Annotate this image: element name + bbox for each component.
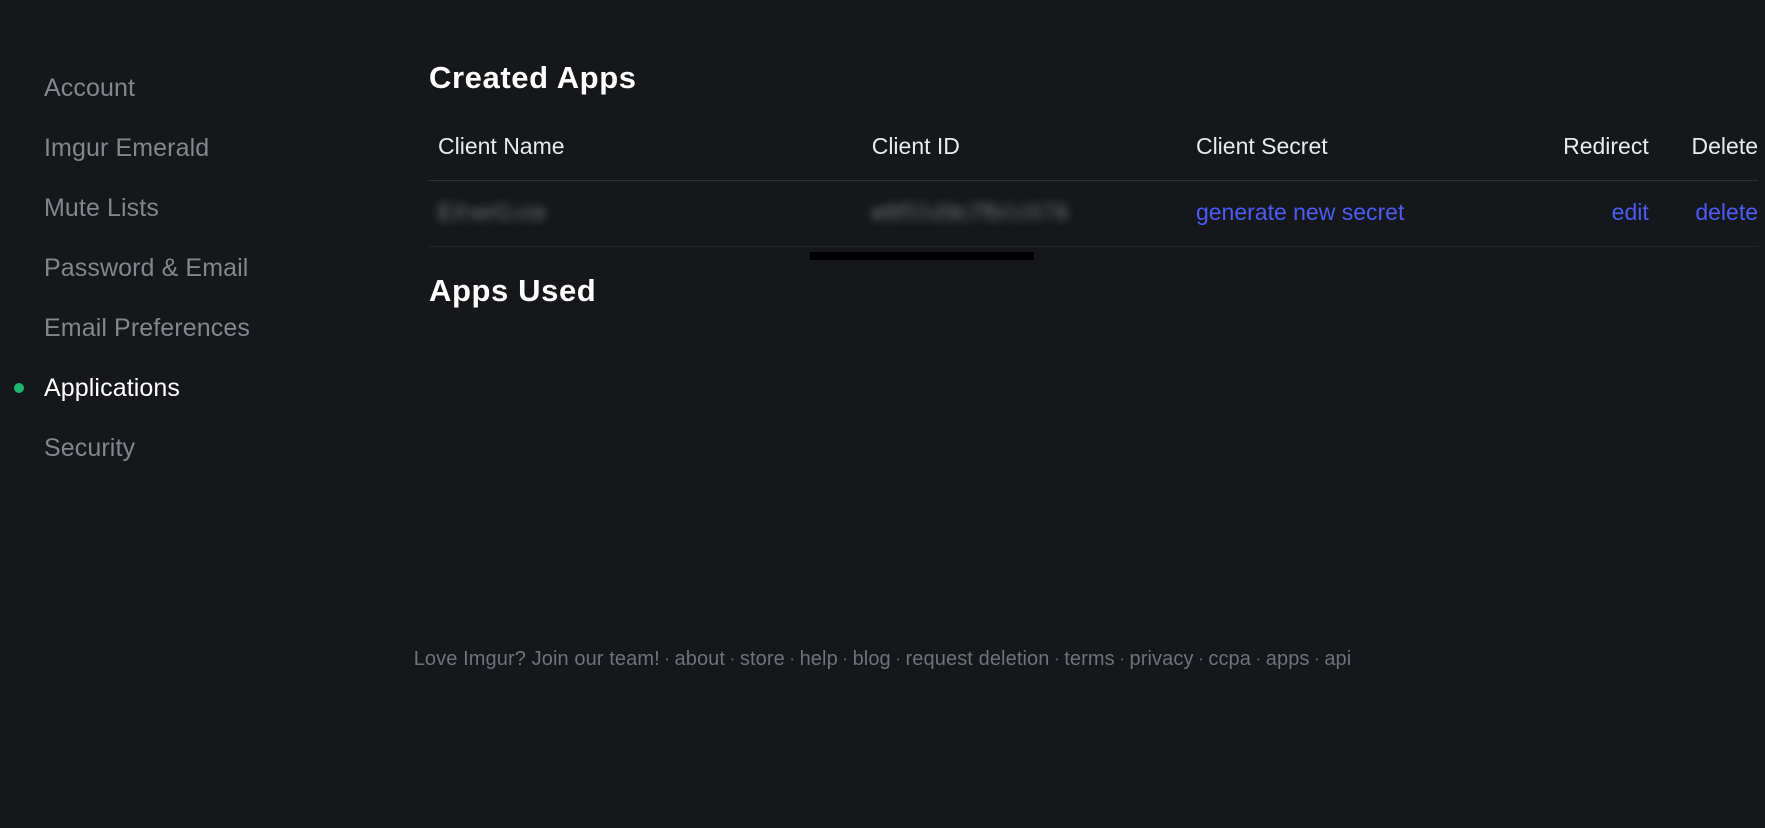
- footer-separator: ·: [841, 648, 849, 670]
- table-header: Client Name Client ID Client Secret Redi…: [428, 133, 1758, 181]
- client-id-value-redacted: e8f55d9c7fb0d876: [871, 199, 1069, 225]
- cell-client-id: e8f55d9c7fb0d876: [871, 180, 1196, 247]
- footer-link-about[interactable]: about: [675, 648, 726, 670]
- cell-delete: delete: [1648, 180, 1758, 247]
- cell-client-name: EtherGate: [428, 180, 872, 247]
- sidebar-item-account[interactable]: Account: [0, 58, 420, 118]
- settings-sidebar: Account Imgur Emerald Mute Lists Passwor…: [0, 58, 420, 478]
- footer-link-blog[interactable]: blog: [853, 648, 891, 670]
- sidebar-item-label: Password & Email: [44, 254, 249, 282]
- footer-separator: ·: [894, 648, 902, 670]
- sidebar-item-label: Applications: [44, 374, 181, 402]
- column-header-client-name: Client Name: [428, 133, 872, 181]
- footer-separator: ·: [1313, 648, 1321, 670]
- footer-separator: ·: [788, 648, 796, 670]
- apps-used-heading: Apps Used: [429, 273, 597, 308]
- footer-separator: ·: [1197, 648, 1205, 670]
- sidebar-item-label: Mute Lists: [44, 194, 159, 222]
- created-apps-table: Client Name Client ID Client Secret Redi…: [428, 133, 1758, 247]
- footer-separator: ·: [663, 648, 671, 670]
- sidebar-item-mute-lists[interactable]: Mute Lists: [0, 178, 420, 238]
- sidebar-item-label: Imgur Emerald: [44, 134, 210, 162]
- column-header-client-secret: Client Secret: [1195, 133, 1526, 181]
- footer-separator: ·: [1255, 648, 1262, 670]
- sidebar-item-security[interactable]: Security: [0, 418, 420, 478]
- footer-link-api[interactable]: api: [1324, 648, 1351, 670]
- footer-link-request-deletion[interactable]: request deletion: [906, 648, 1050, 670]
- edit-redirect-link[interactable]: edit: [1612, 199, 1649, 225]
- site-footer: Love Imgur? Join our team! · about · store · h…: [0, 648, 1765, 671]
- footer-link-join-team[interactable]: Love Imgur? Join our team!: [414, 648, 660, 670]
- sidebar-item-email-preferences[interactable]: Email Preferences: [0, 298, 420, 358]
- client-name-value-redacted: EtherGate: [438, 199, 547, 225]
- sidebar-item-imgur-emerald[interactable]: Imgur Emerald: [0, 118, 420, 178]
- applications-content: Created Apps Client Name Client ID Clien…: [428, 52, 1765, 309]
- table-body: EtherGate e8f55d9c7fb0d876 generate new …: [428, 180, 1758, 247]
- footer-separator: ·: [1053, 648, 1061, 670]
- sidebar-item-label: Account: [44, 74, 136, 102]
- delete-app-link[interactable]: delete: [1695, 199, 1758, 225]
- table-row: EtherGate e8f55d9c7fb0d876 generate new …: [428, 180, 1758, 247]
- cell-client-secret: generate new secret: [1195, 180, 1526, 247]
- footer-link-store[interactable]: store: [740, 648, 785, 670]
- footer-link-apps[interactable]: apps: [1266, 648, 1310, 670]
- table-header-row: Client Name Client ID Client Secret Redi…: [428, 133, 1758, 181]
- client-id-redaction-bar: [810, 252, 1034, 260]
- sidebar-item-password-email[interactable]: Password & Email: [0, 238, 420, 298]
- footer-link-ccpa[interactable]: ccpa: [1208, 648, 1251, 670]
- sidebar-item-label: Email Preferences: [44, 314, 250, 342]
- created-apps-heading: Created Apps: [429, 60, 637, 95]
- column-header-delete: Delete: [1648, 133, 1758, 181]
- generate-new-secret-link[interactable]: generate new secret: [1196, 199, 1404, 225]
- column-header-redirect: Redirect: [1525, 133, 1649, 181]
- column-header-client-id: Client ID: [871, 133, 1196, 181]
- cell-redirect: edit: [1525, 180, 1649, 247]
- sidebar-item-label: Security: [44, 434, 136, 462]
- footer-link-terms[interactable]: terms: [1064, 648, 1115, 670]
- settings-page: Account Imgur Emerald Mute Lists Passwor…: [0, 0, 1765, 828]
- sidebar-item-applications[interactable]: Applications: [0, 358, 420, 418]
- footer-separator: ·: [1118, 648, 1126, 670]
- footer-link-help[interactable]: help: [800, 648, 838, 670]
- active-indicator-dot-icon: [14, 383, 24, 393]
- footer-separator: ·: [729, 648, 736, 670]
- footer-link-privacy[interactable]: privacy: [1130, 648, 1194, 670]
